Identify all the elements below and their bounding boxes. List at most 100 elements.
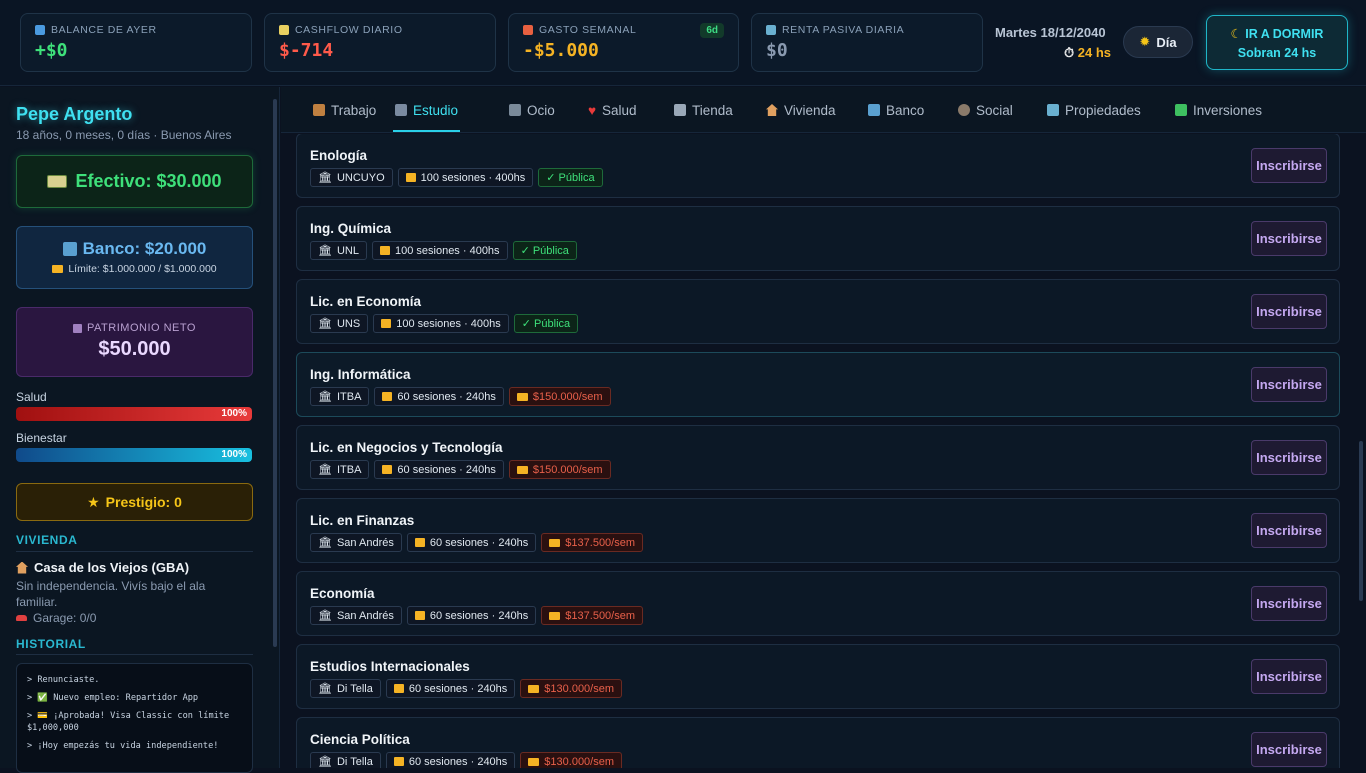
course-card: Ing. Informática 🏛 ITBA 60 sesiones · 240… bbox=[296, 352, 1340, 417]
price-tag: $130.000/sem bbox=[520, 752, 623, 768]
institution-icon: 🏛 bbox=[318, 245, 332, 257]
money-icon bbox=[47, 175, 68, 188]
tab-banco[interactable]: Banco bbox=[866, 87, 926, 133]
price-text: $150.000/sem bbox=[532, 390, 603, 403]
tab-label: Trabajo bbox=[331, 102, 377, 118]
institution-icon: 🏛 bbox=[318, 318, 332, 330]
institution-tag: 🏛 UNS bbox=[310, 314, 369, 333]
enroll-button[interactable]: Inscribirse bbox=[1251, 148, 1327, 183]
player-name: Pepe Argento bbox=[16, 104, 133, 124]
prestige-card: ★ Prestigio: 0 bbox=[16, 483, 253, 521]
stat-label: GASTO SEMANAL bbox=[539, 24, 637, 36]
institution-name: ITBA bbox=[336, 390, 362, 403]
enroll-button[interactable]: Inscribirse bbox=[1251, 659, 1327, 694]
sessions-text: 100 sesiones · 400hs bbox=[420, 171, 526, 184]
sessions-text: 60 sesiones · 240hs bbox=[408, 755, 508, 768]
networth-card: PATRIMONIO NETO $50.000 bbox=[16, 307, 253, 377]
price-text: $150.000/sem bbox=[532, 463, 603, 476]
public-badge: ✓ Pública bbox=[512, 241, 577, 260]
institution-name: ITBA bbox=[336, 463, 362, 476]
credit-card-icon bbox=[516, 465, 528, 474]
garage-text: Garage: 0/0 bbox=[33, 611, 97, 625]
history-item: > ✅ Nuevo empleo: Repartidor App bbox=[27, 693, 199, 703]
sessions-text: 100 sesiones · 400hs bbox=[396, 317, 501, 330]
sessions-tag: 100 sesiones · 400hs bbox=[371, 241, 508, 260]
enroll-button[interactable]: Inscribirse bbox=[1251, 513, 1327, 548]
institution-name: San Andrés bbox=[336, 609, 394, 622]
go-to-sleep-button[interactable]: ☾ IR A DORMIR Sobran 24 hs bbox=[1206, 15, 1348, 70]
bank-limit: Límite: $1.000.000 / $1.000.000 bbox=[68, 263, 217, 275]
sessions-tag: 60 sesiones · 240hs bbox=[385, 679, 516, 698]
current-date: Martes 18/12/2040 bbox=[995, 25, 1106, 40]
housing-name-text: Casa de los Viejos (GBA) bbox=[34, 560, 190, 575]
course-card: Lic. en Finanzas 🏛 San Andrés 60 sesiones… bbox=[296, 498, 1340, 563]
sessions-text: 60 sesiones · 240hs bbox=[429, 536, 529, 549]
tab-estudio[interactable]: Estudio bbox=[393, 87, 461, 133]
graduation-cap-icon bbox=[395, 104, 407, 116]
sessions-tag: 60 sesiones · 240hs bbox=[406, 606, 537, 625]
institution-icon: 🏛 bbox=[318, 391, 332, 403]
sessions-text: 60 sesiones · 240hs bbox=[397, 463, 496, 476]
enroll-button[interactable]: Inscribirse bbox=[1251, 294, 1327, 329]
tab-trabajo[interactable]: Trabajo bbox=[311, 87, 378, 133]
scrollbar-thumb[interactable] bbox=[1359, 441, 1363, 601]
sessions-tag: 60 sesiones · 240hs bbox=[406, 533, 537, 552]
garage-info: Garage: 0/0 bbox=[16, 611, 96, 625]
course-card: Lic. en Economía 🏛 UNS 100 sesiones · 400… bbox=[296, 279, 1340, 344]
enroll-button[interactable]: Inscribirse bbox=[1251, 221, 1327, 256]
hours-left-value: 24 hs bbox=[1077, 45, 1112, 60]
course-card: Ciencia Política 🏛 Di Tella 60 sesiones ·… bbox=[296, 717, 1340, 768]
tab-label: Tienda bbox=[692, 102, 733, 118]
tab-propiedades[interactable]: Propiedades bbox=[1045, 87, 1143, 133]
sessions-tag: 100 sesiones · 400hs bbox=[373, 314, 509, 333]
bank-icon bbox=[868, 104, 880, 116]
tab-social[interactable]: Social bbox=[956, 87, 1015, 133]
enroll-button[interactable]: Inscribirse bbox=[1251, 732, 1327, 767]
institution-name: UNL bbox=[336, 244, 359, 257]
content-scrollbar[interactable] bbox=[1357, 134, 1365, 768]
institution-tag: 🏛 San Andrés bbox=[310, 606, 402, 625]
tab-salud[interactable]: ♥ Salud bbox=[586, 87, 639, 133]
sessions-text: 60 sesiones · 240hs bbox=[397, 390, 496, 403]
moon-icon: ☾ bbox=[1230, 27, 1242, 41]
course-title: Economía bbox=[310, 586, 375, 601]
enroll-button[interactable]: Inscribirse bbox=[1251, 440, 1327, 475]
networth-label: PATRIMONIO NETO bbox=[87, 322, 196, 334]
stat-label: RENTA PASIVA DIARIA bbox=[782, 24, 905, 36]
institution-tag: 🏛 San Andrés bbox=[310, 533, 402, 552]
course-title: Enología bbox=[310, 148, 367, 163]
course-title: Ing. Química bbox=[310, 221, 392, 236]
tab-vivienda[interactable]: Vivienda bbox=[764, 87, 838, 133]
sleep-sublabel: Sobran 24 hs bbox=[1237, 46, 1317, 60]
tab-tienda[interactable]: Tienda bbox=[672, 87, 735, 133]
institution-icon: 🏛 bbox=[318, 683, 332, 695]
hours-left: ⏱ 24 hs bbox=[1064, 45, 1111, 61]
day-mode-button[interactable]: ✹ Día bbox=[1123, 26, 1193, 58]
books-icon bbox=[382, 465, 393, 474]
history-section-title: HISTORIAL bbox=[16, 637, 86, 651]
enroll-button[interactable]: Inscribirse bbox=[1251, 586, 1327, 621]
car-icon bbox=[16, 615, 27, 621]
calendar-icon bbox=[523, 25, 533, 35]
wellbeing-pct: 100% bbox=[221, 449, 247, 460]
institution-tag: 🏛 UNCUYO bbox=[310, 168, 393, 187]
course-title: Lic. en Negocios y Tecnología bbox=[310, 440, 503, 455]
sun-icon: ✹ bbox=[1139, 34, 1151, 49]
enroll-button[interactable]: Inscribirse bbox=[1251, 367, 1327, 402]
tab-inversiones[interactable]: Inversiones bbox=[1173, 87, 1264, 133]
stat-balance-ayer: BALANCE DE AYER +$0 bbox=[20, 13, 252, 72]
course-card: Economía 🏛 San Andrés 60 sesiones · 240hs… bbox=[296, 571, 1340, 636]
sidebar: Pepe Argento 18 años, 0 meses, 0 días · … bbox=[0, 87, 280, 773]
tab-ocio[interactable]: Ocio bbox=[507, 87, 557, 133]
wellbeing-label: Bienestar bbox=[16, 431, 67, 445]
institution-icon: 🏛 bbox=[318, 537, 332, 549]
wellbeing-bar: 100% bbox=[16, 448, 252, 462]
days-badge: 6d bbox=[700, 23, 724, 38]
price-tag: $130.000/sem bbox=[520, 679, 623, 698]
stopwatch-icon: ⏱ bbox=[1064, 45, 1075, 60]
sidebar-scrollbar[interactable] bbox=[271, 87, 279, 768]
house-icon bbox=[766, 104, 778, 116]
scrollbar-thumb[interactable] bbox=[273, 99, 277, 647]
player-age: 18 años, 0 meses, 0 días · Buenos Aires bbox=[16, 128, 232, 142]
course-title: Lic. en Economía bbox=[310, 294, 422, 309]
